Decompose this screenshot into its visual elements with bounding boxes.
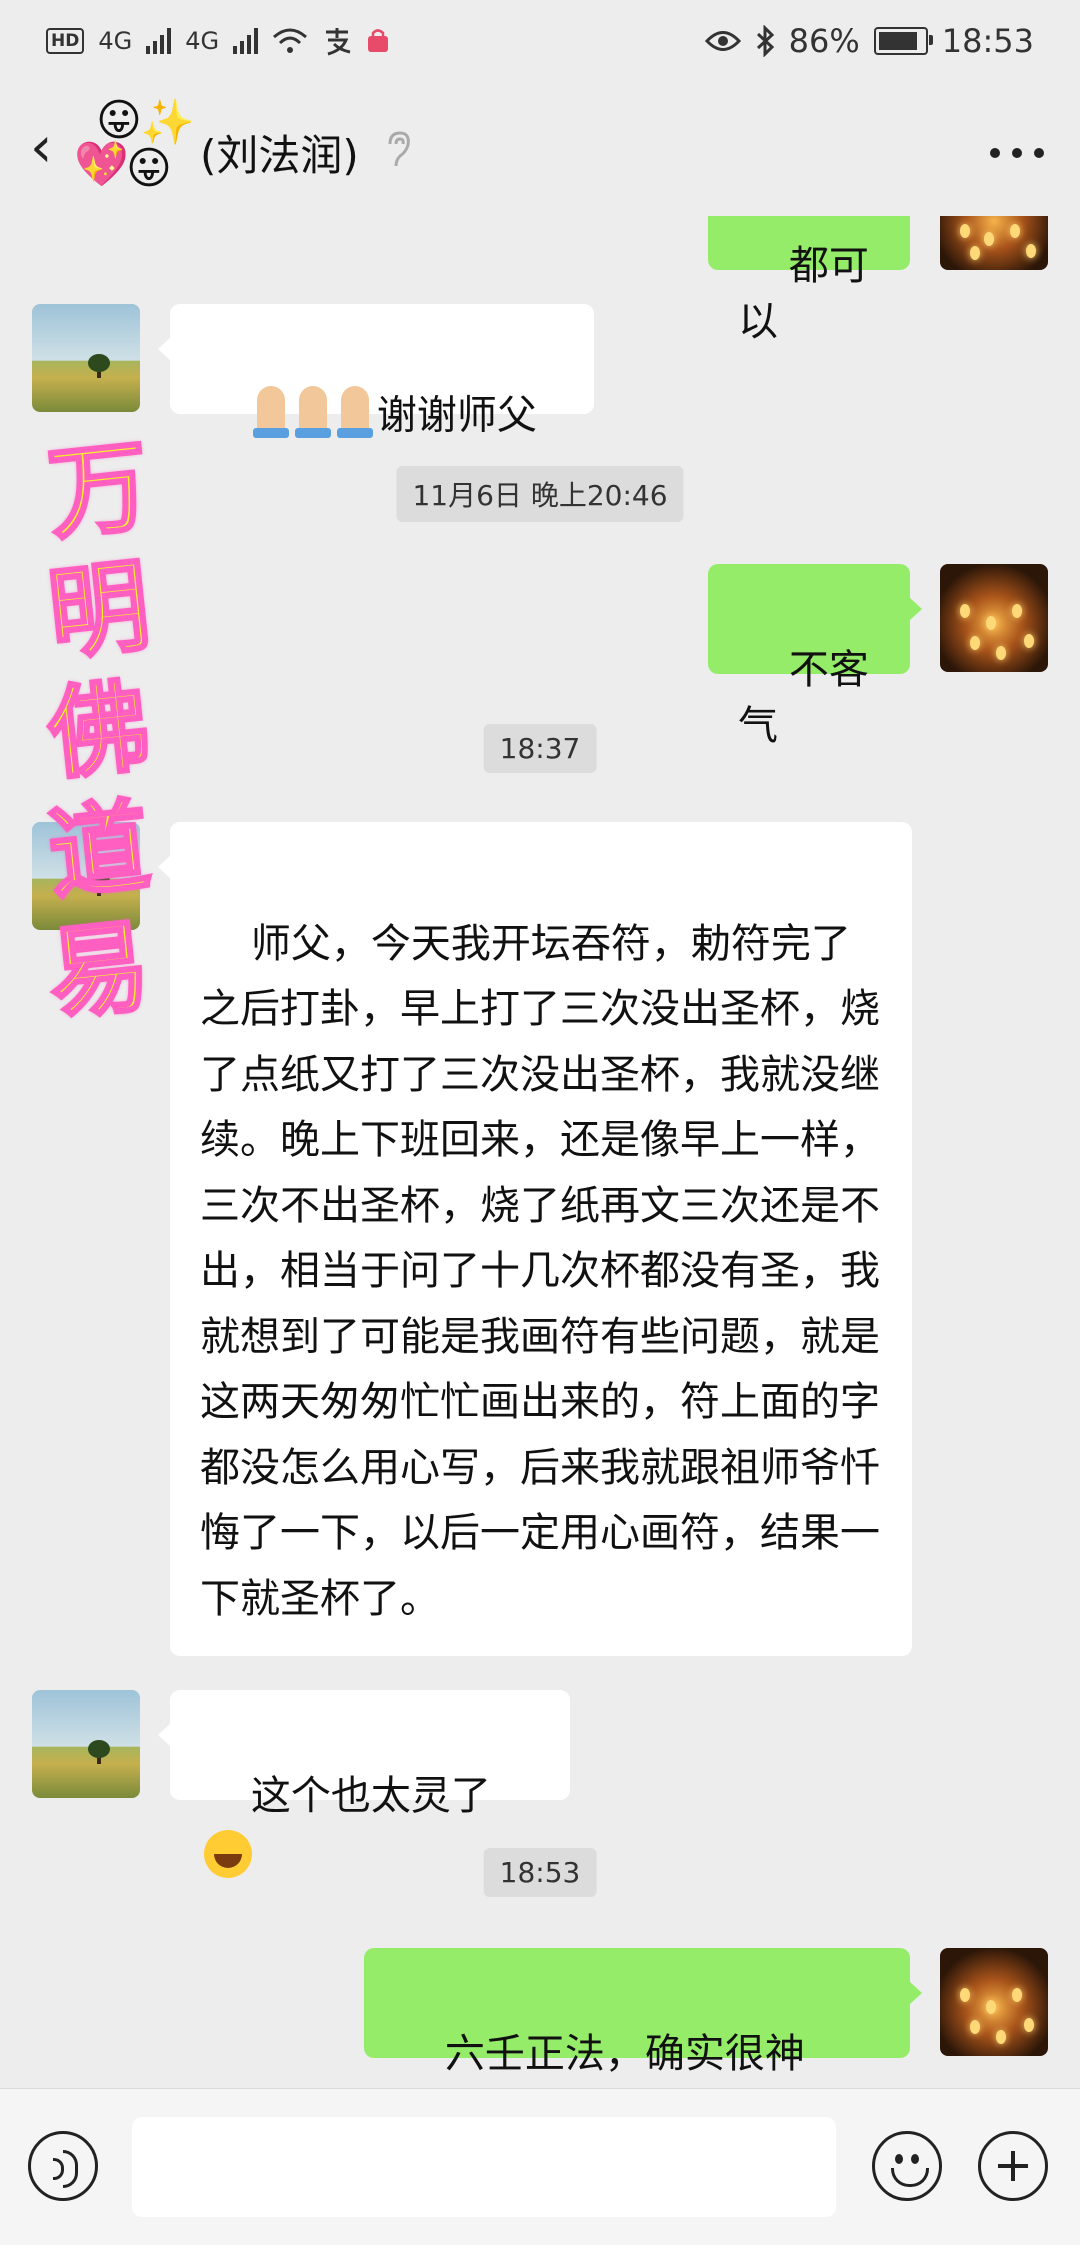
battery-fill <box>878 32 917 50</box>
message-text: 这个也太灵了 <box>250 1773 491 1819</box>
more-icon[interactable] <box>990 148 1044 158</box>
contact-avatar[interactable] <box>32 1690 140 1798</box>
message-text: 都可以 <box>738 243 869 345</box>
message-bubble[interactable]: 谢谢师父 <box>158 304 594 439</box>
signal-icon-2 <box>233 28 259 54</box>
contact-avatar[interactable] <box>32 304 140 412</box>
shopping-bag-icon <box>368 29 389 52</box>
praying-hands-icon <box>251 382 377 453</box>
message-bubble[interactable]: 不客气 <box>708 564 922 749</box>
watermark-char: 道 <box>42 785 157 916</box>
my-avatar[interactable] <box>940 564 1048 672</box>
message-text: 不客气 <box>738 647 869 749</box>
heart-emoji-icon: 💖 <box>74 139 129 190</box>
timestamp: 18:37 <box>483 724 597 773</box>
plus-icon[interactable] <box>978 2131 1048 2201</box>
watermark-char: 易 <box>42 905 157 1036</box>
watermark-char: 佛 <box>42 665 157 796</box>
status-left: HD 4G 4G <box>46 26 390 56</box>
message-bubble[interactable]: 师父，今天我开坛吞符，勅符完了之后打卦，早上打了三次没出圣杯，烧了点纸又打了三次… <box>158 822 912 1656</box>
input-bar <box>0 2088 1080 2245</box>
emoji-icon[interactable] <box>872 2131 942 2201</box>
sparkle-emoji-icon: ✨ <box>140 97 195 148</box>
message-bubble[interactable]: 都可以 <box>708 216 910 345</box>
sticker-cluster: 😛 💖 😛 ✨ <box>74 96 204 206</box>
bluetooth-icon <box>756 25 774 57</box>
status-right: 86% 18:53 <box>704 22 1034 60</box>
my-avatar[interactable] <box>940 216 1048 270</box>
voice-icon[interactable] <box>28 2131 98 2201</box>
status-bar: HD 4G 4G 86% 18:53 <box>0 0 1080 86</box>
timestamp: 18:53 <box>483 1848 597 1897</box>
sim2-label: 4G <box>185 27 220 55</box>
message-text: 谢谢师父 <box>376 392 537 439</box>
eye-icon <box>704 31 741 51</box>
earpiece-icon <box>388 131 410 167</box>
clock: 18:53 <box>941 22 1034 60</box>
message-bubble[interactable]: 这个也太灵了 <box>158 1690 570 1878</box>
watermark-char: 明 <box>42 545 157 676</box>
battery-icon <box>873 27 933 55</box>
watermark-text: 万 明 佛 道 易 <box>34 425 164 1036</box>
signal-icon <box>146 28 172 54</box>
message-text: 师父，今天我开坛吞符，勅符完了之后打卦，早上打了三次没出圣杯，烧了点纸又打了三次… <box>200 920 880 1622</box>
laughing-emoji-icon <box>204 1830 252 1878</box>
message-bubble[interactable]: 六壬正法，确实很神奇。 <box>364 1948 922 2077</box>
chat-header: ‹ 😛 💖 😛 ✨ (刘法润) <box>0 86 1080 216</box>
message-input[interactable] <box>132 2117 836 2217</box>
chat-title[interactable]: (刘法润) <box>200 122 359 183</box>
watermark-char: 万 <box>42 425 157 556</box>
alipay-icon <box>326 28 351 56</box>
wifi-icon <box>273 28 308 53</box>
hd-badge: HD <box>46 28 85 54</box>
my-avatar[interactable] <box>940 1948 1048 2056</box>
battery-percent: 86% <box>788 22 860 60</box>
tongue-emoji-icon-2: 😛 <box>126 143 172 194</box>
sim1-label: 4G <box>98 27 133 55</box>
timestamp: 11月6日 晚上20:46 <box>396 466 684 522</box>
back-icon[interactable]: ‹ <box>30 118 80 178</box>
message-text: 六壬正法，确实很神奇。 <box>444 2031 805 2077</box>
